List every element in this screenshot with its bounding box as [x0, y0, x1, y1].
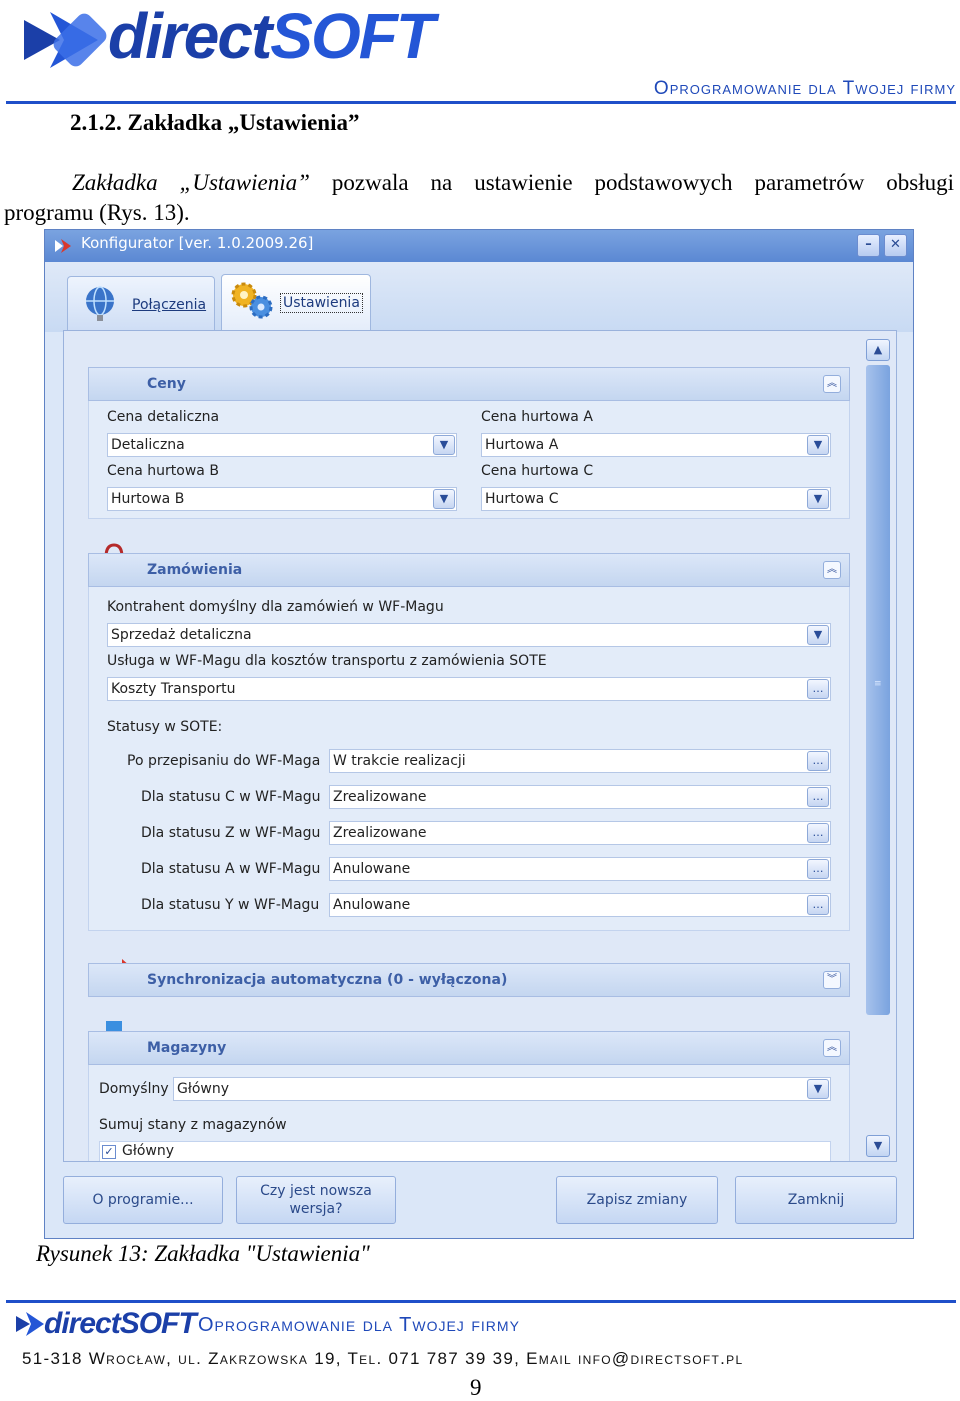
usluga-label: Usługa w WF-Magu dla kosztów transportu …: [107, 653, 547, 669]
group-ceny-body: Cena detaliczna Detaliczna ▼ Cena hurtow…: [88, 401, 850, 519]
statusy-label: Statusy w SOTE:: [107, 719, 223, 735]
collapse-up-icon[interactable]: ︽: [823, 561, 841, 579]
collapse-up-icon[interactable]: ︽: [823, 1039, 841, 1057]
domyslny-select[interactable]: Główny: [173, 1077, 831, 1101]
warehouse-checkbox[interactable]: ✓: [102, 1145, 116, 1159]
status-y-field[interactable]: Anulowane: [329, 893, 831, 917]
section-heading: 2.1.2. Zakładka „Ustawienia”: [70, 110, 360, 135]
footer-divider: [6, 1300, 956, 1303]
cena-hurtowa-b-label: Cena hurtowa B: [107, 463, 219, 479]
ellipsis-icon[interactable]: …: [807, 895, 829, 915]
group-ceny-header[interactable]: Ceny ︽: [88, 367, 850, 401]
page-number: 9: [470, 1375, 482, 1400]
group-zamowienia-title: Zamówienia: [147, 562, 243, 578]
about-button[interactable]: O programie...: [63, 1176, 223, 1224]
header-tagline: Oprogramowanie dla Twojej firmy: [653, 78, 956, 99]
intro-italic: Zakładka „Ustawienia”: [72, 170, 310, 195]
ellipsis-icon[interactable]: …: [807, 787, 829, 807]
save-button[interactable]: Zapisz zmiany: [556, 1176, 718, 1224]
footer-tagline: Oprogramowanie dla Twojej firmy: [198, 1314, 520, 1336]
cena-hurtowa-b-select[interactable]: Hurtowa B: [107, 487, 457, 511]
ellipsis-icon[interactable]: …: [807, 679, 829, 699]
scroll-up-button[interactable]: ▲: [866, 339, 890, 361]
warehouse-list: ✓ Główny: [99, 1141, 831, 1161]
intro-line1: pozwala na ustawienie podstawowych param…: [331, 170, 955, 195]
dropdown-chevron-icon[interactable]: ▼: [807, 1079, 829, 1099]
group-zamowienia-header[interactable]: Zamówienia ︽: [88, 553, 850, 587]
kontrahent-label: Kontrahent domyślny dla zamówień w WF-Ma…: [107, 599, 444, 615]
sumuj-label: Sumuj stany z magazynów: [99, 1117, 287, 1133]
cena-hurtowa-c-select[interactable]: Hurtowa C: [481, 487, 831, 511]
dropdown-chevron-icon[interactable]: ▼: [807, 489, 829, 509]
status-a-field[interactable]: Anulowane: [329, 857, 831, 881]
close-window-button[interactable]: ✕: [884, 234, 907, 257]
tab-polaczenia-label: Połączenia: [132, 297, 207, 313]
gears-icon: [231, 282, 273, 319]
globe-icon: [86, 286, 114, 321]
group-magazyny-title: Magazyny: [147, 1040, 227, 1056]
figure-caption: Rysunek 13: Zakładka "Ustawienia": [36, 1241, 370, 1266]
collapse-up-icon[interactable]: ︽: [823, 375, 841, 393]
group-synchronizacja-title: Synchronizacja automatyczna (0 - wyłączo…: [147, 972, 508, 988]
cena-hurtowa-a-select[interactable]: Hurtowa A: [481, 433, 831, 457]
footer-logo-wordmark: directSOFT: [44, 1307, 197, 1340]
footer-logo-mark: [16, 1312, 44, 1336]
settings-panel: Ceny ︽ Cena detaliczna Detaliczna ▼ Cena…: [63, 330, 897, 1162]
group-magazyny-body: Domyślny Główny ▼ Sumuj stany z magazynó…: [88, 1065, 850, 1161]
cena-detaliczna-label: Cena detaliczna: [107, 409, 220, 425]
scroll-down-button[interactable]: ▼: [866, 1135, 890, 1157]
status-z-field[interactable]: Zrealizowane: [329, 821, 831, 845]
close-button[interactable]: Zamknij: [735, 1176, 897, 1224]
tab-ustawienia-label: Ustawienia: [280, 293, 363, 313]
usluga-field[interactable]: Koszty Transportu: [107, 677, 831, 701]
minimize-button[interactable]: –: [857, 234, 880, 257]
status-po-przepisaniu-label: Po przepisaniu do WF-Maga: [127, 753, 321, 769]
header-divider: [6, 101, 956, 104]
ellipsis-icon[interactable]: …: [807, 823, 829, 843]
check-update-button[interactable]: Czy jest nowsza wersja?: [236, 1176, 396, 1224]
status-po-przepisaniu-field[interactable]: W trakcie realizacji: [329, 749, 831, 773]
status-y-label: Dla statusu Y w WF-Magu: [141, 897, 320, 913]
cena-hurtowa-c-label: Cena hurtowa C: [481, 463, 594, 479]
configurator-window: Konfigurator [ver. 1.0.2009.26] – ✕ Połą…: [44, 229, 914, 1239]
group-synchronizacja-header[interactable]: Synchronizacja automatyczna (0 - wyłączo…: [88, 963, 850, 997]
intro-paragraph: Zakładka „Ustawienia” pozwala na ustawie…: [4, 168, 954, 228]
warehouse-checkbox-label: Główny: [122, 1143, 175, 1159]
tab-ustawienia[interactable]: Ustawienia: [221, 274, 371, 332]
dropdown-chevron-icon[interactable]: ▼: [807, 625, 829, 645]
group-magazyny-header[interactable]: Magazyny ︽: [88, 1031, 850, 1065]
window-title: Konfigurator [ver. 1.0.2009.26]: [81, 234, 314, 252]
tab-polaczenia[interactable]: Połączenia: [67, 276, 215, 330]
cena-hurtowa-a-label: Cena hurtowa A: [481, 409, 593, 425]
dropdown-chevron-icon[interactable]: ▼: [433, 489, 455, 509]
status-c-label: Dla statusu C w WF-Magu: [141, 789, 321, 805]
group-ceny-title: Ceny: [147, 376, 186, 392]
intro-line2: programu (Rys. 13).: [4, 200, 190, 225]
window-titlebar: Konfigurator [ver. 1.0.2009.26] – ✕: [45, 230, 913, 262]
dropdown-chevron-icon[interactable]: ▼: [807, 435, 829, 455]
ellipsis-icon[interactable]: …: [807, 751, 829, 771]
status-a-label: Dla statusu A w WF-Magu: [141, 861, 321, 877]
dropdown-chevron-icon[interactable]: ▼: [433, 435, 455, 455]
status-z-label: Dla statusu Z w WF-Magu: [141, 825, 321, 841]
group-zamowienia-body: Kontrahent domyślny dla zamówień w WF-Ma…: [88, 587, 850, 931]
logo-wordmark: directSOFT: [108, 0, 435, 72]
footer-address: 51-318 Wrocław, ul. Zakrzowska 19, Tel. …: [22, 1349, 744, 1368]
domyslny-label: Domyślny: [99, 1081, 169, 1097]
cena-detaliczna-select[interactable]: Detaliczna: [107, 433, 457, 457]
kontrahent-select[interactable]: Sprzedaż detaliczna: [107, 623, 831, 647]
expand-down-icon[interactable]: ︾: [823, 971, 841, 989]
status-c-field[interactable]: Zrealizowane: [329, 785, 831, 809]
scrollbar-thumb[interactable]: ≡: [866, 365, 890, 1015]
ellipsis-icon[interactable]: …: [807, 859, 829, 879]
app-icon: [55, 239, 71, 253]
